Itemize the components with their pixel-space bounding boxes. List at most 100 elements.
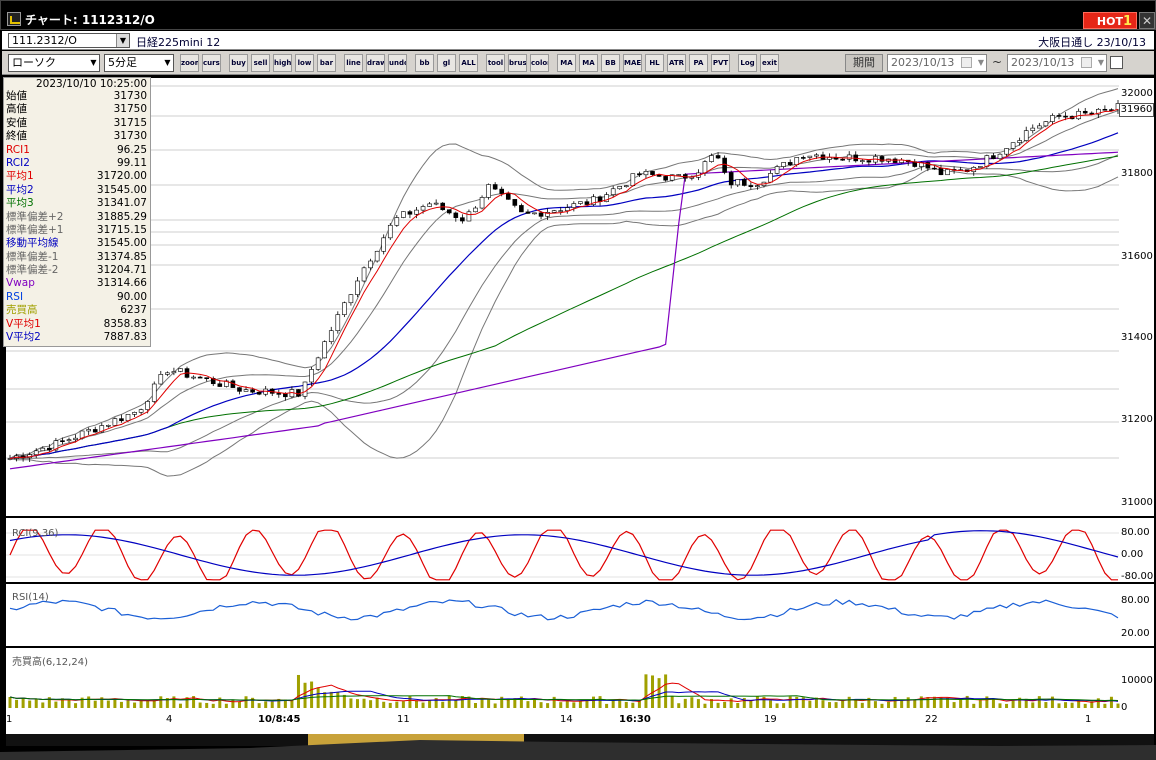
toolbar-button-cursor[interactable]: cursor (202, 54, 221, 72)
volume-bar (611, 700, 615, 708)
volume-bar (1083, 703, 1087, 708)
candle-body (538, 212, 544, 217)
price-axis-label: 31800 (1121, 168, 1153, 179)
period-button[interactable]: 期間 (845, 54, 883, 72)
chevron-down-icon[interactable]: ▼ (116, 34, 129, 47)
toolbar-button-low[interactable]: low (295, 54, 314, 72)
toolbar-button-pa-pa[interactable]: PA PA (689, 54, 708, 72)
chevron-down-icon[interactable]: ▼ (978, 55, 984, 71)
volume-bar (598, 696, 602, 708)
time-axis-label: 1 (6, 714, 13, 725)
info-row: 平均3 31341.07 (4, 197, 150, 210)
info-row: 平均2 31545.00 (4, 184, 150, 197)
volume-bar (447, 695, 451, 708)
candle-body (381, 237, 387, 252)
toolbar-button-color[interactable]: color (530, 54, 549, 72)
volume-bar (841, 700, 845, 708)
volume-bar (473, 703, 477, 708)
volume-bar (847, 696, 851, 708)
toolbar-button-all[interactable]: ALL (459, 54, 478, 72)
period-checkbox[interactable] (1110, 56, 1123, 69)
info-row: RCI1 96.25 (4, 144, 150, 157)
volume-bar (106, 700, 110, 708)
volume-bar (500, 696, 504, 708)
toolbar-button-bb[interactable]: BB (601, 54, 620, 72)
candle-body (663, 176, 668, 181)
close-icon[interactable]: ✕ (1139, 12, 1155, 29)
candle-body (499, 188, 505, 194)
window-titlebar: チャート: 1112312/O HOT1 ✕ (0, 0, 1156, 30)
toolbar-button-log[interactable]: Log (738, 54, 757, 72)
toolbar-button-gl[interactable]: gl (437, 54, 456, 72)
toolbar-button-line[interactable]: line (344, 54, 363, 72)
date-from-field[interactable]: 2023/10/13 ▼ (887, 54, 987, 72)
candle-body (355, 280, 360, 295)
chart-canvas[interactable] (0, 76, 1156, 760)
candle-body (866, 160, 872, 163)
toolbar-button-sell[interactable]: sell (251, 54, 270, 72)
symbol-code-select[interactable]: 111.2312/O ▼ (8, 33, 130, 48)
info-label: 標準偏差-2 (6, 264, 59, 277)
price-axis-label: 31000 (1121, 497, 1153, 508)
info-value: 31374.85 (96, 250, 147, 263)
candle-body (283, 393, 288, 398)
hot-button[interactable]: HOT1 (1083, 12, 1137, 29)
volume-bar (211, 703, 215, 708)
volume-bar (775, 703, 779, 708)
toolbar-button-exit[interactable]: exit (760, 54, 779, 72)
toolbar-button-ma-ma[interactable]: MA MA (557, 54, 576, 72)
rci-axis-label: -80.00 (1121, 571, 1154, 582)
interval-select[interactable]: 5分足 ▼ (104, 54, 174, 72)
chevron-down-icon[interactable]: ▼ (1098, 55, 1104, 71)
toolbar-button-undo[interactable]: undo (388, 54, 407, 72)
volume-bar (1109, 696, 1113, 708)
toolbar-button-draw[interactable]: draw (366, 54, 385, 72)
volume-bar (349, 698, 353, 708)
candle-body (728, 172, 734, 186)
candle-body (1023, 130, 1029, 141)
info-value: 31314.66 (96, 277, 147, 290)
symbol-code: 111.2312/O (12, 34, 77, 47)
candle-body (342, 302, 347, 315)
toolbar-button-mae[interactable]: MAE (623, 54, 642, 72)
time-axis-label: 1 (1085, 714, 1092, 725)
volume-bar (342, 694, 346, 708)
candle-body (407, 211, 413, 215)
volume-bar (270, 701, 274, 708)
info-value: 31341.07 (96, 197, 147, 210)
toolbar-button-hl[interactable]: HL (645, 54, 664, 72)
volume-bar (670, 696, 674, 708)
volume-bar (460, 696, 464, 708)
calendar-icon[interactable] (961, 57, 972, 68)
candle-body (735, 179, 741, 186)
info-label: Vwap (6, 277, 35, 290)
price-axis-label: 31400 (1121, 332, 1153, 343)
hot-label: HOT (1096, 15, 1123, 28)
toolbar-button-ma[interactable]: MA (579, 54, 598, 72)
toolbar-button-bar[interactable]: bar (317, 54, 336, 72)
toolbar-button-bb[interactable]: bb (415, 54, 434, 72)
price-axis-label: 32000 (1121, 88, 1153, 99)
toolbar-button-zoom[interactable]: zoom (180, 54, 199, 72)
price-axis-label: 31600 (1121, 251, 1153, 262)
candle-body (617, 185, 623, 190)
toolbar-button-brush[interactable]: brush (508, 54, 527, 72)
toolbar-button-high[interactable]: high (273, 54, 292, 72)
chart-type-select[interactable]: ローソク ▼ (8, 54, 100, 72)
volume-bar (880, 703, 884, 708)
volume-bar (1116, 703, 1120, 708)
volume-bar (428, 700, 432, 708)
volume-bar (34, 699, 38, 708)
chart-type-value: ローソク (12, 56, 56, 69)
volume-bar (546, 703, 550, 708)
time-axis-label: 14 (560, 714, 573, 725)
window-title: チャート: 1112312/O (25, 13, 155, 27)
toolbar-button-atr[interactable]: ATR (667, 54, 686, 72)
calendar-icon[interactable] (1081, 57, 1092, 68)
toolbar-button-pvt[interactable]: PVT (711, 54, 730, 72)
date-to-field[interactable]: 2023/10/13 ▼ (1007, 54, 1107, 72)
info-label: 標準偏差+2 (6, 210, 64, 223)
candle-body (335, 314, 341, 331)
toolbar-button-buy[interactable]: buy (229, 54, 248, 72)
toolbar-button-tool[interactable]: tool (486, 54, 505, 72)
